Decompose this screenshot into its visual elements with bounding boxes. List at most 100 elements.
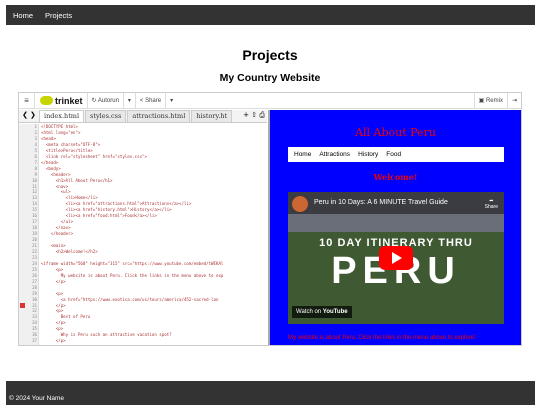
line-number: 26 — [32, 272, 37, 278]
line-number: 20 — [32, 237, 37, 243]
video-share-button[interactable]: ➦ Share — [485, 198, 498, 210]
output-heading: All About Peru — [355, 126, 436, 139]
code-line[interactable]: Best of Peru — [41, 314, 91, 319]
code-line[interactable]: </p> — [41, 320, 66, 325]
tab-actions: + ⇧ ⎙ — [243, 111, 265, 120]
output-paragraph: My website is about Peru. Click the link… — [288, 335, 476, 341]
tab-index-html[interactable]: index.html — [39, 110, 85, 122]
error-marker-icon[interactable] — [20, 302, 25, 308]
output-welcome: Welcome! — [373, 172, 418, 182]
code-line[interactable]: </ul> — [41, 219, 73, 224]
line-number: 11 — [32, 183, 37, 189]
output-nav-history[interactable]: History — [358, 151, 378, 158]
tab-scroll-arrows[interactable]: ❮ ❯ — [19, 110, 39, 122]
output-nav-home[interactable]: Home — [294, 151, 311, 158]
line-number: 14 — [32, 201, 37, 207]
add-file-icon[interactable]: + — [243, 111, 249, 119]
tab-history-html[interactable]: history.ht — [191, 110, 233, 122]
code-line[interactable]: </p> — [41, 338, 66, 343]
code-line[interactable]: <nav> — [41, 184, 68, 189]
code-line[interactable]: Why is Peru such an attractive vacation … — [41, 332, 172, 337]
video-title[interactable]: Peru in 10 Days: A 6 MINUTE Travel Guide — [314, 199, 448, 206]
line-number: 27 — [32, 278, 37, 284]
download-icon[interactable]: ⎙ — [259, 111, 265, 119]
page-title: Projects — [242, 47, 298, 63]
play-button-icon[interactable] — [379, 246, 413, 270]
code-line[interactable]: <html lang="en"> — [41, 130, 80, 135]
code-line[interactable]: </p> — [41, 303, 66, 308]
code-line[interactable]: <title>Peru</title> — [41, 148, 93, 153]
code-line[interactable]: <p> — [41, 308, 63, 313]
trinket-embed: ≡ trinket ↻ Autorun ▾ < Share ▾ ▣ Remix … — [18, 92, 522, 346]
code-line[interactable]: <body> — [41, 166, 61, 171]
line-number: 29 — [32, 290, 37, 296]
autorun-button[interactable]: ↻ Autorun — [86, 93, 123, 109]
code-line[interactable]: <header> — [41, 172, 71, 177]
nav-projects-link[interactable]: Projects — [45, 11, 72, 20]
share-button[interactable]: < Share — [134, 93, 165, 109]
line-number: 2 — [34, 129, 37, 135]
code-line[interactable]: <h2>Welcome!</h2> — [41, 249, 98, 254]
menu-icon[interactable]: ≡ — [19, 93, 35, 109]
watch-on-youtube-button[interactable]: Watch on YouTube — [292, 306, 352, 318]
code-line[interactable]: <head> — [41, 136, 56, 141]
code-line[interactable]: <a href="https://www.exotica.com/us/tour… — [41, 297, 219, 302]
code-line[interactable]: <h1>All About Peru</h1> — [41, 178, 113, 183]
line-number: 23 — [32, 254, 37, 260]
chevron-left-icon[interactable]: ❮ — [22, 112, 28, 119]
chevron-right-icon[interactable]: ❯ — [30, 112, 36, 119]
fullscreen-button[interactable]: ⇥ — [506, 93, 521, 109]
line-number: 18 — [32, 225, 37, 231]
login-icon: ⇥ — [511, 98, 517, 104]
nav-home-link[interactable]: Home — [13, 11, 33, 20]
trinket-logo-text: trinket — [55, 95, 83, 106]
code-line[interactable]: </p> — [41, 279, 66, 284]
code-line[interactable]: </head> — [41, 160, 58, 165]
code-line[interactable]: <iframe width="560" height="315" src="ht… — [41, 261, 223, 266]
line-number: 1 — [34, 124, 37, 129]
channel-avatar[interactable] — [292, 196, 308, 212]
code-line[interactable]: <p> — [41, 267, 63, 272]
code-line[interactable]: <ul> — [41, 189, 71, 194]
footer-text: © 2024 Your Name — [9, 395, 65, 402]
autorun-dropdown[interactable]: ▾ — [122, 93, 135, 109]
youtube-embed[interactable]: Peru in 10 Days: A 6 MINUTE Travel Guide… — [288, 192, 504, 324]
remix-label: Remix — [485, 98, 503, 104]
save-icon: ▣ — [478, 98, 486, 104]
autorun-label: Autorun — [97, 97, 119, 104]
upload-icon[interactable]: ⇧ — [251, 111, 257, 119]
line-number: 24 — [32, 260, 37, 266]
code-line[interactable]: </header> — [41, 231, 73, 236]
line-number: 33 — [32, 314, 37, 320]
line-number: 32 — [32, 308, 37, 314]
share-dropdown[interactable]: ▾ — [165, 93, 177, 109]
code-line[interactable]: <meta charset="UTF-8"> — [41, 142, 100, 147]
output-nav-attractions[interactable]: Attractions — [319, 151, 350, 158]
tab-attractions-html[interactable]: attractions.html — [127, 110, 191, 122]
remix-button[interactable]: ▣ Remix — [473, 93, 507, 109]
line-number: 28 — [32, 284, 37, 290]
caret-down-icon: ▾ — [170, 97, 174, 104]
code-line[interactable]: <!DOCTYPE html> — [41, 124, 78, 129]
line-number: 10 — [32, 177, 37, 183]
code-line[interactable]: <li><a href="attractions.html">Attractio… — [41, 201, 192, 206]
code-line[interactable]: My website is about Peru. Click the link… — [41, 273, 224, 278]
code-editor[interactable]: 1 <!DOCTYPE html> 2 <html lang="en"> 3 <head>… — [19, 124, 267, 345]
code-line[interactable]: <li><a href="history.html">History</a></… — [41, 207, 172, 212]
line-number: 7 — [34, 159, 37, 165]
code-line[interactable]: <p> — [41, 326, 63, 331]
line-number: 34 — [32, 320, 37, 326]
line-number: 4 — [34, 141, 37, 147]
code-line[interactable]: <main> — [41, 243, 66, 248]
code-line[interactable]: <link rel="stylesheet" href="styles.css"… — [41, 154, 147, 159]
code-line[interactable]: <p> — [41, 291, 63, 296]
line-number: 13 — [32, 195, 37, 201]
output-nav-food[interactable]: Food — [386, 151, 401, 158]
code-line[interactable]: </nav> — [41, 225, 71, 230]
tab-styles-css[interactable]: styles.css — [85, 110, 127, 122]
line-number: 25 — [32, 266, 37, 272]
line-number: 22 — [32, 248, 37, 254]
code-line[interactable]: <li>Home</li> — [41, 195, 98, 200]
code-line[interactable]: <li><a href="food.html">Food</a></li> — [41, 213, 157, 218]
line-number: 36 — [32, 332, 37, 338]
